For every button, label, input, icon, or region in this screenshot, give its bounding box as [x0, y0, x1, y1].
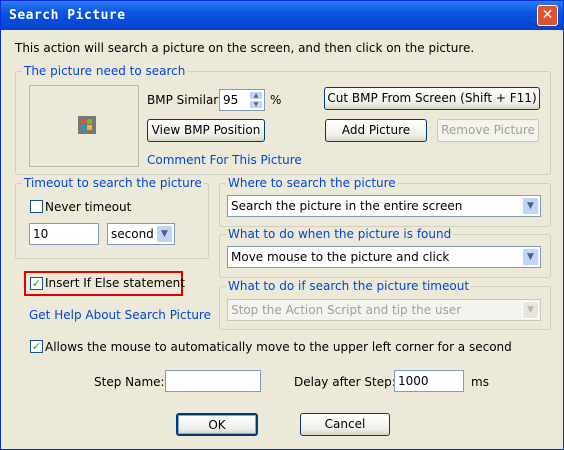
chevron-down-icon[interactable]: ▼ [522, 248, 539, 266]
timeout-unit-value: second [111, 227, 154, 241]
allow-mouse-checkbox[interactable]: ✓ [30, 340, 43, 353]
cut-bmp-button[interactable]: Cut BMP From Screen (Shift + F11) [324, 87, 540, 110]
step-name-label: Step Name: [94, 375, 165, 389]
never-timeout-checkbox[interactable] [30, 200, 43, 213]
step-name-input[interactable] [165, 370, 261, 392]
timeout-action-group-label: What to do if search the picture timeout [226, 279, 472, 293]
insert-if-else-label: Insert If Else statement [45, 276, 185, 290]
timeout-action-value: Stop the Action Script and tip the user [231, 303, 462, 317]
view-bmp-position-button[interactable]: View BMP Position [147, 119, 265, 142]
percent-label: % [270, 93, 282, 107]
spin-up-icon[interactable]: ▲ [249, 91, 263, 100]
never-timeout-label: Never timeout [45, 200, 132, 214]
allow-mouse-label: Allows the mouse to automatically move t… [45, 340, 512, 354]
where-group-label: Where to search the picture [226, 176, 398, 190]
search-picture-dialog: Search Picture ✕ This action will search… [0, 0, 564, 450]
comment-link[interactable]: Comment For This Picture [147, 153, 302, 167]
ok-button[interactable]: OK [176, 413, 258, 436]
timeout-group: Timeout to search the picture [15, 176, 209, 259]
delay-input[interactable]: 1000 [394, 370, 464, 392]
delay-unit-label: ms [471, 375, 489, 389]
found-action-select[interactable]: Move mouse to the picture and click ▼ [227, 246, 541, 268]
delay-label: Delay after Step: [294, 375, 396, 389]
bmp-similar-input[interactable]: 95 ▲ ▼ [219, 89, 265, 111]
chevron-down-icon[interactable]: ▼ [522, 301, 539, 319]
picture-group-label: The picture need to search [22, 64, 188, 78]
title-bar[interactable]: Search Picture ✕ [1, 1, 563, 30]
timeout-group-label: Timeout to search the picture [22, 176, 204, 190]
intro-text: This action will search a picture on the… [15, 41, 475, 55]
where-select[interactable]: Search the picture in the entire screen … [227, 195, 541, 217]
picture-preview [29, 85, 139, 167]
bmp-similar-value: 95 [223, 93, 239, 107]
timeout-unit-select[interactable]: second ▼ [107, 223, 175, 245]
where-value: Search the picture in the entire screen [231, 199, 463, 213]
found-action-value: Move mouse to the picture and click [231, 250, 450, 264]
timeout-action-select[interactable]: Stop the Action Script and tip the user … [227, 299, 541, 321]
chevron-down-icon[interactable]: ▼ [522, 197, 539, 215]
found-group-label: What to do when the picture is found [226, 227, 454, 241]
close-icon[interactable]: ✕ [537, 5, 558, 26]
spin-down-icon[interactable]: ▼ [249, 100, 263, 109]
chevron-down-icon[interactable]: ▼ [156, 225, 173, 243]
remove-picture-button[interactable]: Remove Picture [437, 119, 539, 142]
add-picture-button[interactable]: Add Picture [325, 119, 427, 142]
bmp-similar-label: BMP Similar: [147, 93, 223, 107]
help-link[interactable]: Get Help About Search Picture [29, 308, 211, 322]
timeout-value-input[interactable]: 10 [29, 223, 99, 245]
window-title: Search Picture [9, 8, 126, 23]
cancel-button[interactable]: Cancel [300, 413, 390, 436]
insert-if-else-checkbox[interactable]: ✓ [30, 277, 43, 290]
windows-logo-icon [78, 116, 96, 134]
